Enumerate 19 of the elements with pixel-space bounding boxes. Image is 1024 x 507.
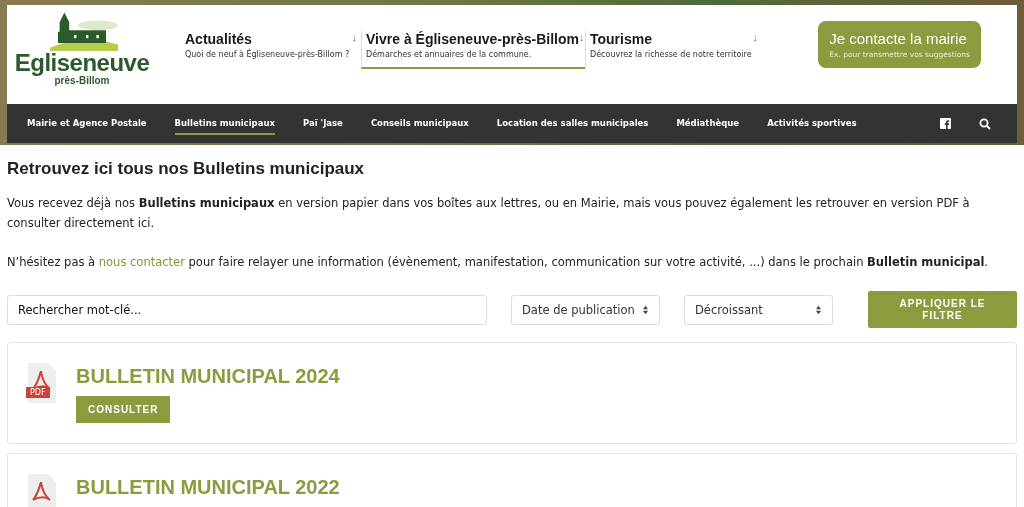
nav-link[interactable]: Activités sportives [767, 112, 857, 135]
main-menu-item[interactable]: Actualités ↓ Quoi de neuf à Égliseneuve-près-Billom ? [181, 31, 361, 69]
order-dropdown[interactable]: Décroissant [684, 294, 833, 325]
nav-link[interactable]: Paï 'Jase [302, 112, 343, 135]
nav-link[interactable]: Location des salles municipales [496, 112, 649, 135]
sort-dropdown[interactable]: Date de publication [511, 294, 660, 325]
main-menu-item[interactable]: Tourisme ↓ Découvrez la richesse de notre territoire [585, 31, 762, 69]
logo-wordmark[interactable]: Egliseneuve [14, 51, 150, 75]
search-field[interactable]: Rechercher mot-clé... [7, 294, 487, 325]
intro-paragraph: Vous recevez déjà nos Bulletins municipaux en version papier dans vos boîtes aux lettres, ou en Mairie, mais vous pouvez également les retrouver en version PDF à consulter directement ici. [7, 195, 971, 232]
nav-link[interactable]: Mairie et Agence Postale [27, 112, 147, 135]
pdf-file-icon: PDF [26, 363, 56, 403]
logo-subtitle: près-Billom [54, 75, 110, 86]
nav-link[interactable]: Médiathèque [676, 112, 740, 135]
page-title: Retrouvez ici tous nos Bulletins municipaux [7, 159, 366, 179]
contact-paragraph: N’hésitez pas à nous contacter pour faire relayer une information (évènement, manifestation, communication sur votre activité, ...) dans le prochain Bulletin municipal. [7, 254, 989, 271]
nav-link[interactable]: Bulletins municipaux [174, 112, 275, 135]
nav-link[interactable]: Conseils municipaux [370, 112, 469, 135]
main-menu-item[interactable]: Vivre à Égliseneuve-près-Billom↓ Démarches et annuaires de la commune. [361, 31, 585, 69]
